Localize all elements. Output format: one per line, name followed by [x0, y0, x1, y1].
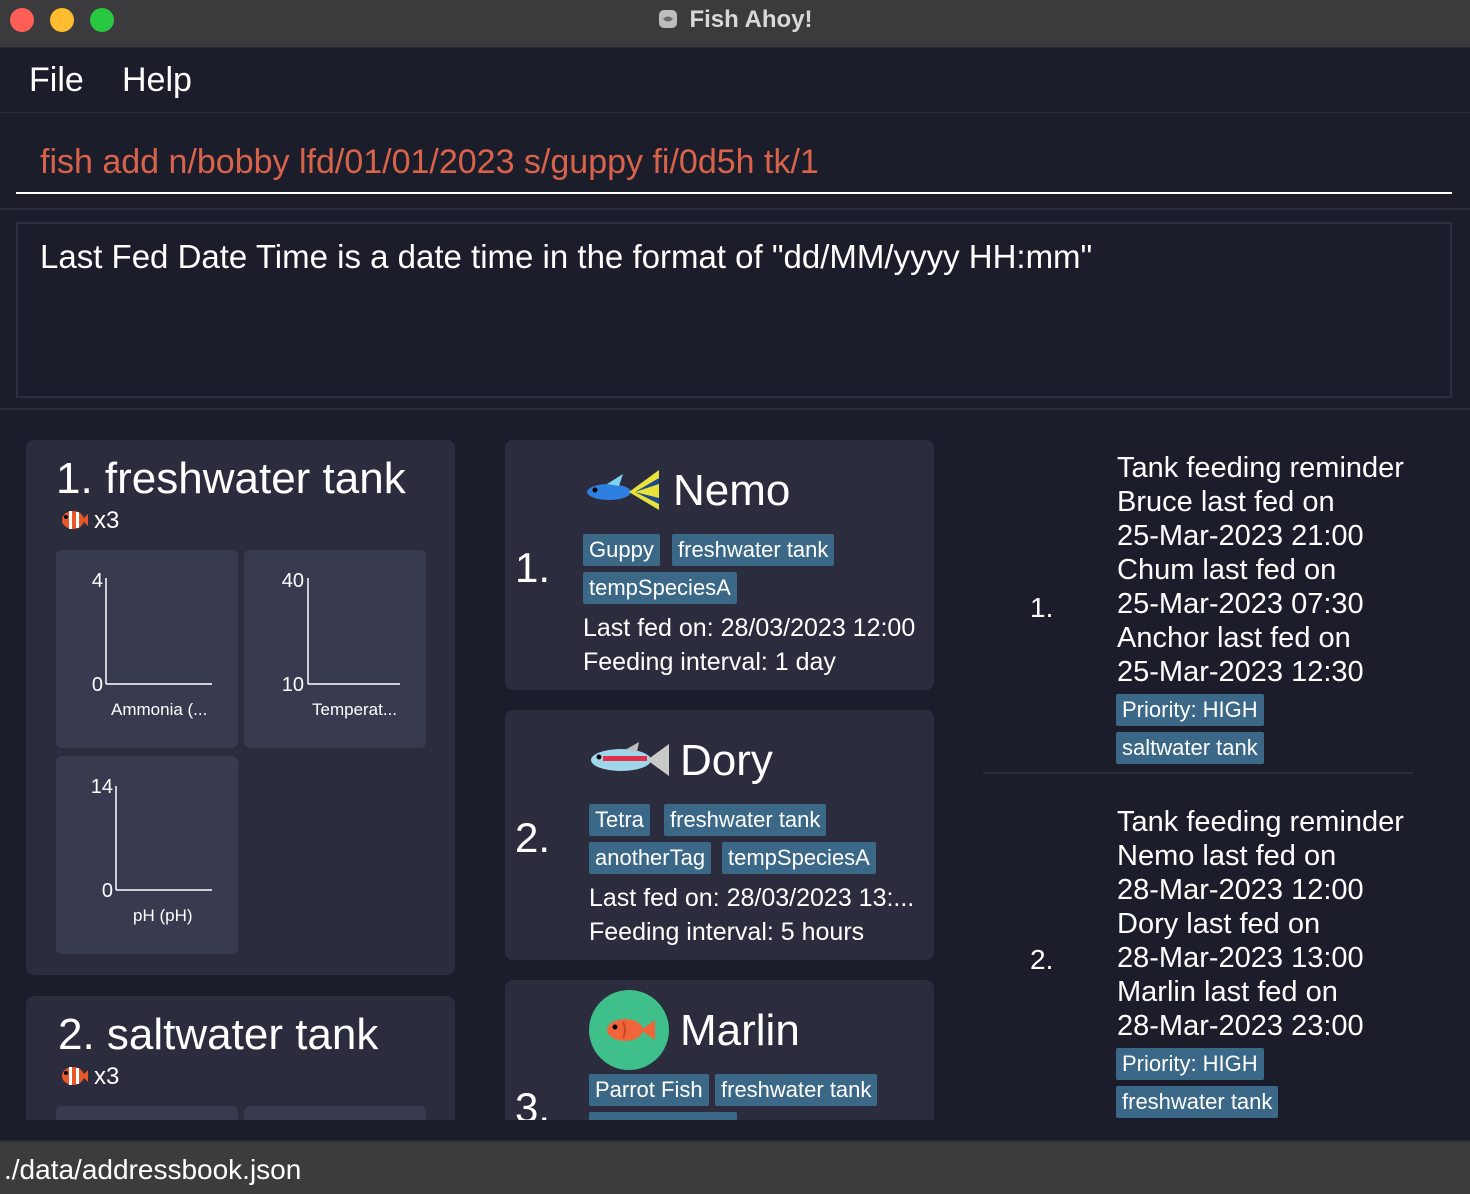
temperature-chart [244, 1106, 426, 1120]
priority-badge: Priority: HIGH [1116, 694, 1264, 726]
fish-card[interactable]: 3. Marlin Parrot Fish freshwater tank [505, 980, 934, 1120]
reminder-line: 28-Mar-2023 13:00 [1117, 942, 1364, 974]
parrot-fish-icon [589, 990, 669, 1075]
chart-y-min: 0 [91, 674, 103, 696]
tag: tempSpeciesA [722, 842, 876, 874]
fish-last-fed: Last fed on: 28/03/2023 12:00 [583, 614, 916, 642]
guppy-icon [585, 468, 661, 517]
reminder-line: 25-Mar-2023 07:30 [1117, 588, 1364, 620]
chart-x-label: pH (pH) [133, 906, 193, 925]
priority-badge: Priority: HIGH [1116, 1048, 1264, 1080]
tag [589, 1112, 737, 1120]
reminder-title: Tank feeding reminder [1117, 452, 1404, 484]
fish-name: Nemo [673, 466, 791, 515]
tank-count-value: x3 [94, 507, 120, 534]
tag-tank: freshwater tank [664, 804, 827, 836]
reminder-index: 2. [1030, 944, 1054, 975]
chart-y-min: 10 [281, 674, 304, 696]
tank-fish-count: x3 [60, 1062, 119, 1095]
fish-name: Marlin [680, 1006, 800, 1055]
temperature-chart: 40 10 Temperat... [244, 550, 426, 748]
window-titlebar: Fish Ahoy! [0, 0, 1470, 48]
window-title: Fish Ahoy! [689, 6, 813, 33]
reminder-divider [983, 772, 1413, 774]
menu-bar: File Help [0, 49, 1470, 113]
reminder-line: 28-Mar-2023 12:00 [1117, 874, 1364, 906]
reminder-line: 25-Mar-2023 21:00 [1117, 520, 1364, 552]
fish-index: 2. [515, 814, 551, 861]
chart-y-max: 40 [281, 570, 304, 592]
tank-card[interactable]: 1. freshwater tank x3 4 0 Ammonia (... 4… [26, 440, 455, 975]
reminder-line: Marlin last fed on [1117, 976, 1338, 1008]
tank-card[interactable]: 2. saltwater tank x3 [26, 996, 455, 1120]
tag-tank: freshwater tank [672, 534, 835, 566]
tag-tank: saltwater tank [1116, 732, 1264, 764]
save-file-path: ./data/addressbook.json [4, 1154, 302, 1185]
command-area [0, 114, 1470, 208]
ammonia-chart: 4 0 Ammonia (... [56, 550, 238, 748]
window-title-wrap: Fish Ahoy! [0, 6, 1470, 37]
status-bar: ./data/addressbook.json [0, 1140, 1470, 1194]
tetra-icon [589, 740, 671, 785]
tag-species: Guppy [583, 534, 660, 566]
chart-x-label: Temperat... [312, 700, 398, 719]
fish-index: 3. [515, 1084, 551, 1120]
menu-help[interactable]: Help [122, 61, 192, 100]
reminder-line: 25-Mar-2023 12:30 [1117, 656, 1364, 688]
fish-name: Dory [680, 736, 773, 785]
tag-tank: freshwater tank [1116, 1086, 1279, 1118]
app-icon [657, 8, 679, 37]
tag-species: Tetra [589, 804, 650, 836]
command-input[interactable] [16, 132, 1452, 194]
fish-feeding-interval: Feeding interval: 5 hours [589, 918, 865, 946]
reminder-line: 28-Mar-2023 23:00 [1117, 1010, 1364, 1042]
result-display: Last Fed Date Time is a date time in the… [16, 222, 1452, 398]
reminder-line: Chum last fed on [1117, 554, 1337, 586]
tag-species: Parrot Fish [589, 1074, 709, 1106]
reminder-line: Nemo last fed on [1117, 840, 1337, 872]
fish-card[interactable]: 2. Dory Tetra freshwater tank anotherTag… [505, 710, 934, 960]
result-area: Last Fed Date Time is a date time in the… [0, 208, 1470, 410]
fish-feeding-interval: Feeding interval: 1 day [583, 648, 836, 676]
chart-y-min: 0 [101, 880, 113, 902]
main-panel: 1. freshwater tank x3 4 0 Ammonia (... 4… [0, 412, 1470, 1120]
reminder-title: Tank feeding reminder [1117, 806, 1404, 838]
fish-icon [60, 1062, 88, 1095]
tank-count-value: x3 [94, 1063, 120, 1090]
tank-title: 1. freshwater tank [56, 454, 406, 503]
ph-chart: 14 0 pH (pH) [56, 756, 238, 954]
tank-title: 2. saltwater tank [58, 1010, 379, 1059]
tag-tank: freshwater tank [715, 1074, 878, 1106]
reminder-line: Dory last fed on [1117, 908, 1321, 940]
tag: tempSpeciesA [583, 572, 737, 604]
fish-index: 1. [515, 544, 551, 591]
fish-last-fed: Last fed on: 28/03/2023 13:... [589, 884, 915, 912]
reminder-line: Bruce last fed on [1117, 486, 1335, 518]
menu-file[interactable]: File [29, 61, 84, 100]
fish-icon [60, 506, 88, 539]
reminder-line: Anchor last fed on [1117, 622, 1351, 654]
tag: anotherTag [589, 842, 712, 874]
tank-fish-count: x3 [60, 506, 119, 539]
chart-x-label: Ammonia (... [111, 700, 208, 719]
reminder-index: 1. [1030, 592, 1054, 623]
chart-y-max: 4 [91, 570, 103, 592]
ammonia-chart [56, 1106, 238, 1120]
fish-card[interactable]: 1. Nemo Guppy freshwater tank tempSpecie… [505, 440, 934, 690]
chart-y-max: 14 [90, 776, 113, 798]
